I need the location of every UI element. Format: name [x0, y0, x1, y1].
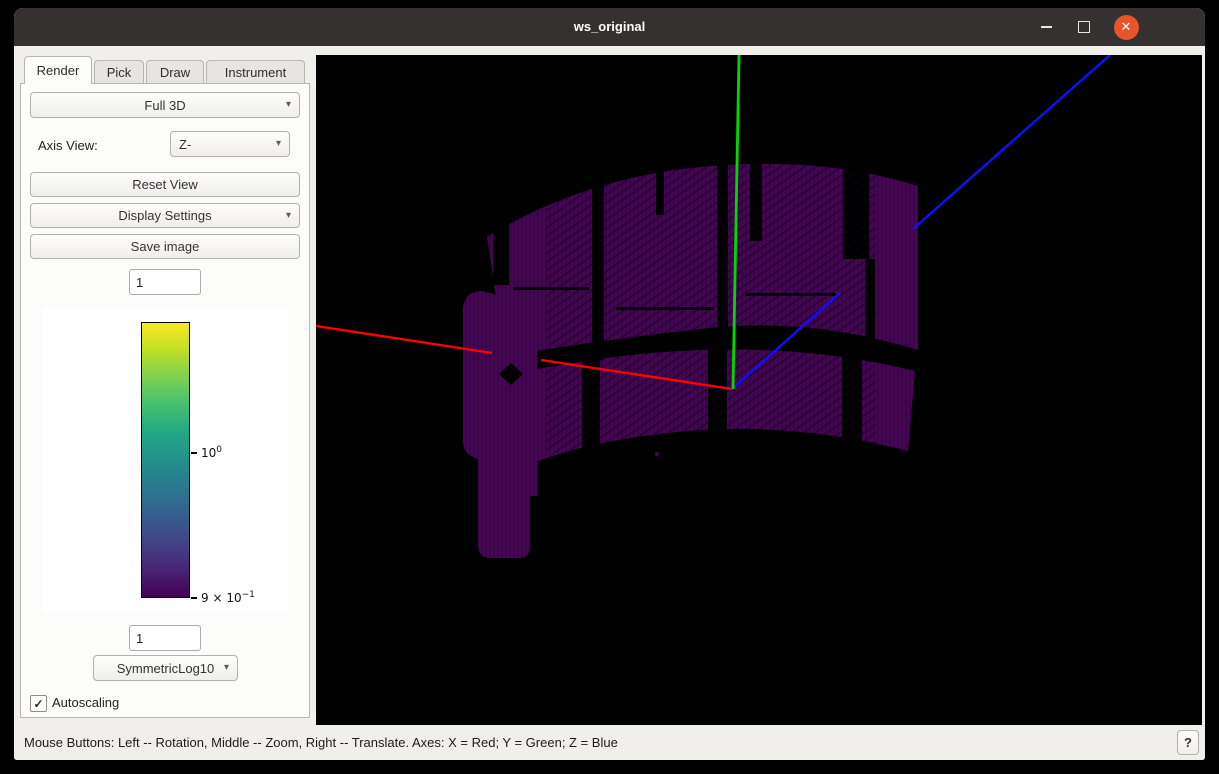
- colorbar-panel: 100 9 × 10−1: [42, 307, 287, 613]
- tab-draw-label: Draw: [160, 65, 190, 80]
- colorbar-gradient[interactable]: [141, 322, 190, 598]
- app-window: ws_original ✕ Render Pick Draw Instrumen…: [14, 8, 1205, 760]
- tab-draw[interactable]: Draw: [146, 60, 204, 83]
- z-axis-line: [913, 55, 1110, 229]
- minimize-icon: [1041, 26, 1052, 28]
- display-settings-label: Display Settings: [118, 208, 211, 223]
- tab-pick-label: Pick: [107, 65, 132, 80]
- scale-type-value: SymmetricLog10: [117, 661, 215, 676]
- axis-view-select[interactable]: Z- ▾: [170, 131, 290, 157]
- reset-view-button[interactable]: Reset View: [30, 172, 300, 197]
- tab-render[interactable]: Render: [24, 56, 92, 84]
- save-image-button[interactable]: Save image: [30, 234, 300, 259]
- instrument-scene: [316, 55, 1202, 725]
- title-bar: ws_original ✕: [14, 8, 1205, 46]
- scale-type-select[interactable]: SymmetricLog10 ▾: [93, 655, 238, 681]
- maximize-button[interactable]: [1071, 14, 1097, 40]
- help-button[interactable]: ?: [1177, 730, 1199, 755]
- instrument-3d-view[interactable]: [316, 55, 1202, 725]
- projection-mode-select[interactable]: Full 3D ▾: [30, 92, 300, 118]
- display-settings-button[interactable]: Display Settings ▾: [30, 203, 300, 228]
- minimize-button[interactable]: [1033, 14, 1059, 40]
- check-icon: ✓: [33, 697, 43, 711]
- save-image-label: Save image: [131, 239, 200, 254]
- axis-view-label: Axis View:: [38, 138, 98, 153]
- tab-instrument[interactable]: Instrument: [206, 60, 305, 83]
- chevron-down-icon: ▾: [286, 211, 291, 221]
- reset-view-label: Reset View: [132, 177, 198, 192]
- colorbar-tick-label-lower: 9 × 10−1: [201, 590, 255, 605]
- axis-view-value: Z-: [179, 137, 191, 152]
- projection-mode-value: Full 3D: [144, 98, 185, 113]
- tab-render-label: Render: [37, 63, 80, 78]
- tab-pick[interactable]: Pick: [94, 60, 144, 83]
- window-title: ws_original: [14, 8, 1205, 46]
- status-bar: Mouse Buttons: Left -- Rotation, Middle …: [14, 725, 1205, 760]
- scale-max-input[interactable]: [129, 269, 201, 295]
- colorbar-tick: [191, 452, 197, 454]
- tab-instrument-label: Instrument: [225, 65, 286, 80]
- autoscaling-label: Autoscaling: [52, 695, 119, 710]
- close-button[interactable]: ✕: [1113, 14, 1139, 40]
- chevron-down-icon: ▾: [286, 100, 291, 110]
- desktop-background: { "window": { "title": "ws_original" }, …: [0, 0, 1219, 774]
- maximize-icon: [1078, 21, 1090, 33]
- chevron-down-icon: ▾: [276, 139, 281, 149]
- detector-column-left: [463, 291, 537, 558]
- colorbar-tick-label-upper: 100: [201, 445, 222, 460]
- stray-detector-dot: [655, 452, 659, 456]
- colorbar-tick: [191, 597, 197, 599]
- close-icon: ✕: [1114, 15, 1139, 40]
- question-mark-icon: ?: [1184, 735, 1192, 750]
- status-message: Mouse Buttons: Left -- Rotation, Middle …: [14, 735, 618, 750]
- chevron-down-icon: ▾: [224, 663, 229, 673]
- autoscaling-checkbox[interactable]: ✓: [30, 695, 47, 712]
- scale-min-input[interactable]: [129, 625, 201, 651]
